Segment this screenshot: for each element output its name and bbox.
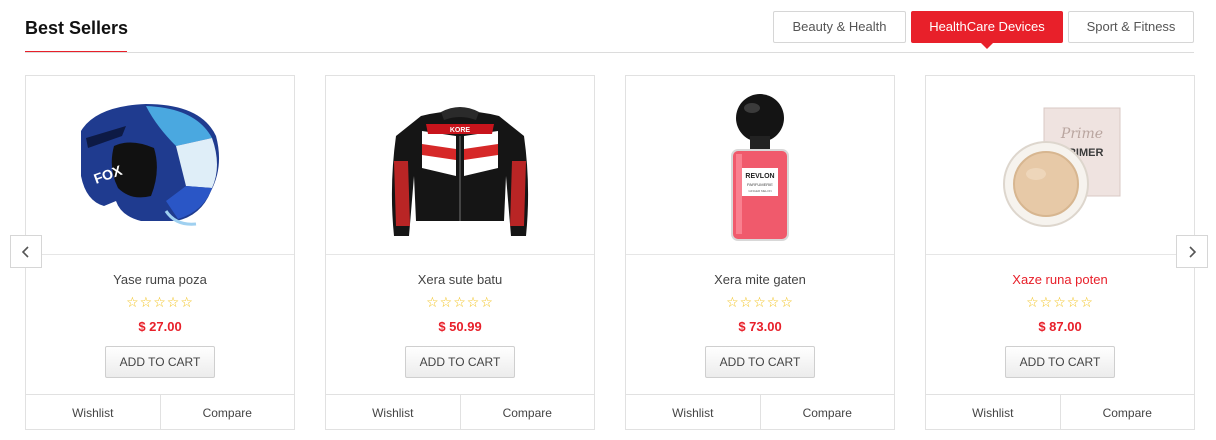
chevron-left-icon [21, 245, 31, 258]
product-price: $ 87.00 [1038, 319, 1082, 334]
perfume-sub-label: PARFUMERIE [747, 182, 773, 187]
tab-sport-fitness[interactable]: Sport & Fitness [1068, 11, 1194, 43]
product-card: Prime PRIMER Xaze runa poten ☆☆☆☆☆ $ 87.… [925, 75, 1195, 430]
product-name[interactable]: Xera mite gaten [626, 272, 894, 287]
compare-button[interactable]: Compare [1061, 395, 1195, 430]
product-price: $ 27.00 [138, 319, 182, 334]
product-price: $ 73.00 [738, 319, 782, 334]
chevron-right-icon [1187, 245, 1197, 258]
add-to-cart-button[interactable]: ADD TO CART [1005, 346, 1115, 378]
carousel-prev-button[interactable] [10, 235, 42, 268]
compare-button[interactable]: Compare [761, 395, 895, 430]
add-to-cart-button[interactable]: ADD TO CART [105, 346, 215, 378]
perfume-small-label: GINGER MELON [748, 189, 771, 193]
product-image[interactable]: FOX [26, 76, 294, 255]
carousel-next-button[interactable] [1176, 235, 1208, 268]
product-actions: Wishlist Compare [926, 394, 1194, 430]
add-to-cart-button[interactable]: ADD TO CART [705, 346, 815, 378]
compare-button[interactable]: Compare [161, 395, 295, 430]
product-card: KORE Xera sute batu ☆☆☆☆☆ $ 50.99 ADD TO… [325, 75, 595, 430]
perfume-brand-label: REVLON [745, 173, 774, 180]
add-to-cart-button[interactable]: ADD TO CART [405, 346, 515, 378]
rating-stars: ☆☆☆☆☆ [726, 294, 794, 310]
product-actions: Wishlist Compare [26, 394, 294, 430]
primer-script-label: Prime [1060, 126, 1103, 142]
product-actions: Wishlist Compare [626, 394, 894, 430]
header-rule [25, 52, 1194, 53]
compare-button[interactable]: Compare [461, 395, 595, 430]
rating-stars: ☆☆☆☆☆ [426, 294, 494, 310]
wishlist-button[interactable]: Wishlist [626, 395, 761, 430]
product-actions: Wishlist Compare [326, 394, 594, 430]
wishlist-button[interactable]: Wishlist [326, 395, 461, 430]
tab-healthcare-devices[interactable]: HealthCare Devices [911, 11, 1063, 49]
product-image[interactable]: KORE [326, 76, 594, 255]
product-name[interactable]: Xaze runa poten [926, 272, 1194, 287]
product-card: FOX Yase ruma poza ☆☆☆☆☆ $ 27.00 ADD TO … [25, 75, 295, 430]
product-name[interactable]: Xera sute batu [326, 272, 594, 287]
product-name[interactable]: Yase ruma poza [26, 272, 294, 287]
category-tabs: Beauty & Health HealthCare Devices Sport… [773, 11, 1194, 49]
product-image[interactable]: REVLON PARFUMERIE GINGER MELON [626, 76, 894, 255]
wishlist-button[interactable]: Wishlist [926, 395, 1061, 430]
jacket-brand-label: KORE [450, 127, 471, 134]
wishlist-button[interactable]: Wishlist [26, 395, 161, 430]
tab-beauty-health[interactable]: Beauty & Health [773, 11, 906, 43]
product-card: REVLON PARFUMERIE GINGER MELON Xera mite… [625, 75, 895, 430]
rating-stars: ☆☆☆☆☆ [1026, 294, 1094, 310]
rating-stars: ☆☆☆☆☆ [126, 294, 194, 310]
product-image[interactable]: Prime PRIMER [926, 76, 1194, 255]
product-price: $ 50.99 [438, 319, 482, 334]
section-title: Best Sellers [25, 18, 129, 38]
